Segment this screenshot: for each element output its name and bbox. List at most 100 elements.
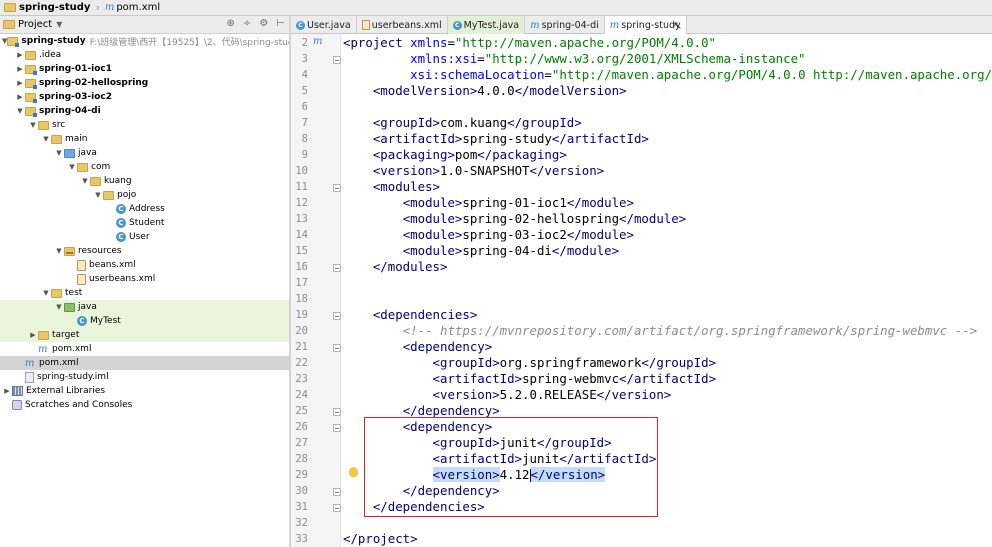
collapsed-arrow-icon[interactable]: ▶ bbox=[15, 65, 25, 73]
code-line: <dependency> bbox=[402, 339, 493, 354]
tree-item[interactable]: ▶ External Libraries bbox=[0, 384, 289, 398]
fold-marker-icon[interactable] bbox=[333, 56, 341, 64]
tab-label: userbeans.xml bbox=[371, 19, 442, 31]
tree-item[interactable]: Scratches and Consoles bbox=[0, 398, 289, 412]
tree-item[interactable]: m pom.xml bbox=[0, 342, 289, 356]
fold-marker-icon[interactable] bbox=[333, 504, 341, 512]
locate-icon[interactable]: ⊕ bbox=[227, 18, 235, 29]
code-line: <module>spring-03-ioc2</module> bbox=[402, 227, 634, 242]
tree-item[interactable]: ▶ .idea bbox=[0, 48, 289, 62]
tree-item-label: beans.xml bbox=[89, 260, 136, 270]
editor-tab[interactable]: C MyTest.java bbox=[447, 16, 526, 34]
tree-item[interactable]: ▼ com bbox=[0, 160, 289, 174]
expanded-arrow-icon[interactable]: ▼ bbox=[41, 289, 51, 297]
expanded-arrow-icon[interactable]: ▼ bbox=[15, 107, 25, 115]
editor-tab[interactable]: m spring-04-di bbox=[525, 16, 605, 34]
iml-file-icon bbox=[25, 371, 34, 383]
fold-marker-icon[interactable] bbox=[333, 312, 341, 320]
project-view-selector[interactable]: Project ▼ bbox=[3, 19, 62, 30]
folder-icon bbox=[38, 330, 49, 340]
tree-item[interactable]: C Address bbox=[0, 202, 289, 216]
tree-item[interactable]: ▶ target bbox=[0, 328, 289, 342]
tree-item[interactable]: ▼ test bbox=[0, 286, 289, 300]
tree-item[interactable]: ▼ resources bbox=[0, 244, 289, 258]
fold-marker-icon[interactable] bbox=[333, 184, 341, 192]
tree-item[interactable]: ▼ src bbox=[0, 118, 289, 132]
collapsed-arrow-icon[interactable]: ▶ bbox=[15, 93, 25, 101]
code-line: <project xmlns="http://maven.apache.org/… bbox=[343, 35, 717, 50]
tree-item[interactable]: ▼ spring-study F:\班级管理\西开【19525】\2、代码\spri… bbox=[0, 34, 289, 48]
tree-item[interactable]: m pom.xml bbox=[0, 356, 289, 370]
expanded-arrow-icon[interactable]: ▼ bbox=[67, 163, 77, 171]
tree-item-label: userbeans.xml bbox=[89, 274, 156, 284]
tree-item[interactable]: ▶ spring-02-hellospring bbox=[0, 76, 289, 90]
code-editor[interactable]: <project xmlns="http://maven.apache.org/… bbox=[342, 34, 992, 547]
lightbulb-icon[interactable] bbox=[349, 467, 358, 477]
line-number: 19 bbox=[295, 309, 308, 321]
breadcrumb-item[interactable]: spring-study bbox=[0, 0, 94, 16]
line-number: 7 bbox=[301, 117, 308, 129]
tree-item[interactable]: ▼ java bbox=[0, 300, 289, 314]
tree-item[interactable]: C MyTest bbox=[0, 314, 289, 328]
code-line: <artifactId>spring-webmvc</artifactId> bbox=[432, 371, 717, 386]
line-number: 28 bbox=[295, 453, 308, 465]
code-line: xmlns:xsi="http://www.w3.org/2001/XMLSch… bbox=[410, 51, 806, 66]
tree-item-label: com bbox=[91, 162, 111, 172]
tree-item[interactable]: ▼ kuang bbox=[0, 174, 289, 188]
breadcrumb-item[interactable]: m pom.xml bbox=[101, 0, 164, 16]
tree-item-label: Address bbox=[129, 204, 165, 214]
collapsed-arrow-icon[interactable]: ▶ bbox=[15, 51, 25, 59]
hide-icon[interactable]: ⊢ bbox=[276, 18, 285, 29]
tree-item[interactable]: ▼ main bbox=[0, 132, 289, 146]
class-icon: C bbox=[116, 232, 126, 242]
expanded-arrow-icon[interactable]: ▼ bbox=[41, 135, 51, 143]
gear-icon[interactable]: ⚙ bbox=[259, 18, 268, 29]
fold-marker-icon[interactable] bbox=[333, 408, 341, 416]
tree-item-label: User bbox=[129, 232, 150, 242]
project-panel-title: Project bbox=[18, 19, 53, 30]
expanded-arrow-icon[interactable]: ▼ bbox=[54, 303, 64, 311]
code-line: <module>spring-04-di</module> bbox=[402, 243, 620, 258]
tree-item[interactable]: ▶ spring-01-ioc1 bbox=[0, 62, 289, 76]
tree-item[interactable]: ▼ java bbox=[0, 146, 289, 160]
collapsed-arrow-icon[interactable]: ▶ bbox=[15, 79, 25, 87]
chevron-down-icon: ▼ bbox=[56, 20, 63, 29]
fold-marker-icon[interactable] bbox=[333, 424, 341, 432]
code-line: <packaging>pom</packaging> bbox=[372, 147, 567, 162]
code-line: <groupId>com.kuang</groupId> bbox=[372, 115, 582, 130]
tree-item[interactable]: C User bbox=[0, 230, 289, 244]
line-number: 25 bbox=[295, 405, 308, 417]
project-tree: ▼ spring-study F:\班级管理\西开【19525】\2、代码\spri… bbox=[0, 34, 289, 547]
tree-item[interactable]: userbeans.xml bbox=[0, 272, 289, 286]
code-line: </dependencies> bbox=[372, 499, 485, 514]
expanded-arrow-icon[interactable]: ▼ bbox=[80, 177, 90, 185]
tree-item[interactable]: ▼ spring-04-di bbox=[0, 104, 289, 118]
collapse-icon[interactable]: ÷ bbox=[243, 18, 251, 29]
fold-marker-icon[interactable] bbox=[333, 264, 341, 272]
maven-icon: m bbox=[609, 19, 620, 31]
line-number: 27 bbox=[295, 437, 308, 449]
collapsed-arrow-icon[interactable]: ▶ bbox=[28, 331, 38, 339]
line-number: 9 bbox=[301, 149, 308, 161]
editor-tab[interactable]: C User.java bbox=[291, 16, 357, 34]
collapsed-arrow-icon[interactable]: ▶ bbox=[2, 387, 12, 395]
tab-label: spring-04-di bbox=[541, 19, 599, 31]
tree-item[interactable]: ▶ spring-03-ioc2 bbox=[0, 90, 289, 104]
module-folder-icon bbox=[7, 36, 20, 47]
fold-marker-icon[interactable] bbox=[333, 344, 341, 352]
tree-item[interactable]: spring-study.iml bbox=[0, 370, 289, 384]
expanded-arrow-icon[interactable]: ▼ bbox=[93, 191, 103, 199]
editor-tab[interactable]: userbeans.xml bbox=[357, 16, 448, 34]
expanded-arrow-icon[interactable]: ▼ bbox=[28, 121, 38, 129]
tree-item[interactable]: C Student bbox=[0, 216, 289, 230]
expanded-arrow-icon[interactable]: ▼ bbox=[54, 149, 64, 157]
expanded-arrow-icon[interactable]: ▼ bbox=[54, 247, 64, 255]
tree-item[interactable]: ▼ pojo bbox=[0, 188, 289, 202]
code-line: <!-- https://mvnrepository.com/artifact/… bbox=[402, 323, 978, 338]
code-line: </project> bbox=[343, 531, 418, 546]
tree-item-label: pom.xml bbox=[39, 358, 79, 368]
tree-item[interactable]: beans.xml bbox=[0, 258, 289, 272]
fold-marker-icon[interactable] bbox=[333, 488, 341, 496]
maven-gutter-icon[interactable]: m bbox=[313, 36, 322, 47]
tree-item-label: kuang bbox=[104, 176, 132, 186]
